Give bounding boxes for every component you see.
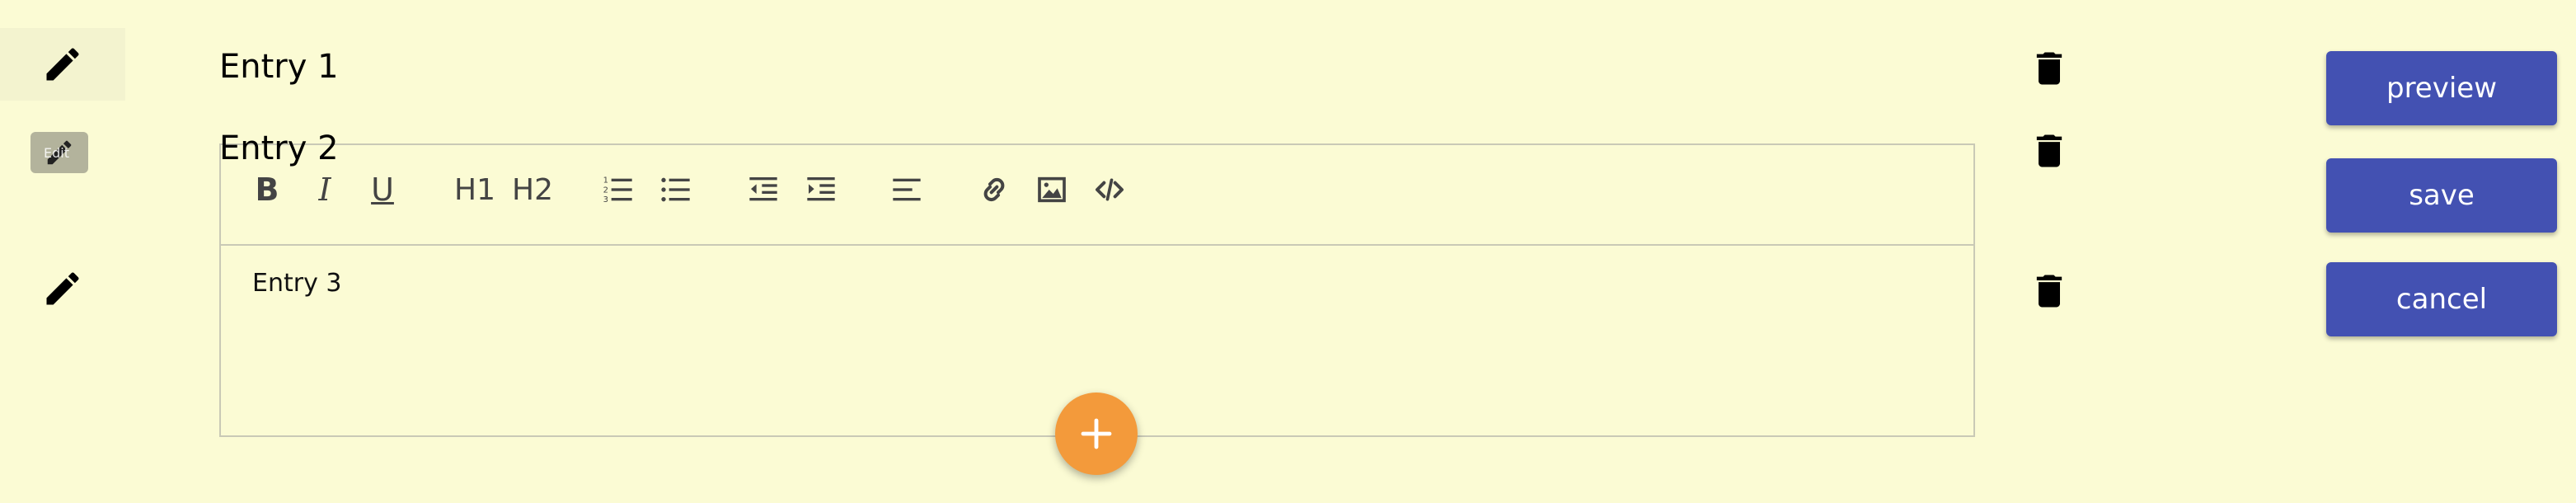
align-left-button[interactable] bbox=[882, 165, 931, 214]
link-button[interactable] bbox=[969, 165, 1019, 214]
indent-button[interactable] bbox=[796, 165, 846, 214]
heading-1-icon: H1 bbox=[454, 172, 495, 207]
plus-icon bbox=[1081, 418, 1112, 449]
pencil-icon bbox=[46, 272, 79, 305]
align-left-icon bbox=[893, 178, 921, 201]
code-button[interactable] bbox=[1085, 165, 1134, 214]
link-icon bbox=[983, 177, 1005, 202]
preview-button[interactable]: preview bbox=[2326, 51, 2557, 125]
ordered-list-button[interactable]: 1 2 3 bbox=[594, 165, 643, 214]
edit-tooltip: Edit bbox=[44, 145, 69, 161]
outdent-icon bbox=[749, 177, 777, 201]
bold-icon: B bbox=[255, 172, 279, 208]
heading-1-button[interactable]: H1 bbox=[443, 165, 506, 214]
delete-entry-3-icon[interactable] bbox=[2028, 270, 2071, 313]
underline-button[interactable]: U bbox=[358, 165, 407, 214]
entry-title: Entry 1 bbox=[219, 48, 339, 86]
delete-entry-1-icon[interactable] bbox=[2028, 47, 2071, 90]
heading-2-icon: H2 bbox=[512, 172, 553, 207]
editor-toolbar: B I U H1 H2 1 2 3 bbox=[221, 145, 1973, 246]
delete-entry-2-icon[interactable] bbox=[2028, 129, 2071, 172]
pencil-icon bbox=[46, 48, 79, 81]
entry-title: Entry 2 bbox=[219, 129, 339, 167]
bullet-list-icon bbox=[661, 177, 690, 202]
italic-icon: I bbox=[318, 172, 331, 208]
indent-icon bbox=[807, 177, 835, 201]
page: Edit Entry 1 B I U H1 H2 1 2 3 Entry 3 E… bbox=[0, 0, 2576, 503]
edit-entry-2-button[interactable]: Edit bbox=[30, 132, 88, 173]
underline-icon: U bbox=[371, 172, 394, 208]
image-icon bbox=[1038, 176, 1066, 203]
add-entry-button[interactable] bbox=[1055, 393, 1138, 475]
ordered-list-icon: 1 2 3 bbox=[603, 176, 632, 204]
bold-button[interactable]: B bbox=[242, 165, 292, 214]
outdent-button[interactable] bbox=[739, 165, 788, 214]
edit-entry-3-button[interactable] bbox=[0, 252, 125, 325]
image-button[interactable] bbox=[1027, 165, 1077, 214]
save-button[interactable]: save bbox=[2326, 158, 2557, 233]
bullet-list-button[interactable] bbox=[651, 165, 701, 214]
cancel-button[interactable]: cancel bbox=[2326, 262, 2557, 336]
heading-2-button[interactable]: H2 bbox=[501, 165, 564, 214]
svg-text:1: 1 bbox=[603, 176, 608, 186]
italic-button[interactable]: I bbox=[300, 165, 350, 214]
svg-text:3: 3 bbox=[603, 195, 608, 204]
edit-entry-1-button[interactable] bbox=[0, 28, 125, 101]
svg-text:2: 2 bbox=[603, 186, 608, 195]
code-icon bbox=[1096, 178, 1124, 201]
